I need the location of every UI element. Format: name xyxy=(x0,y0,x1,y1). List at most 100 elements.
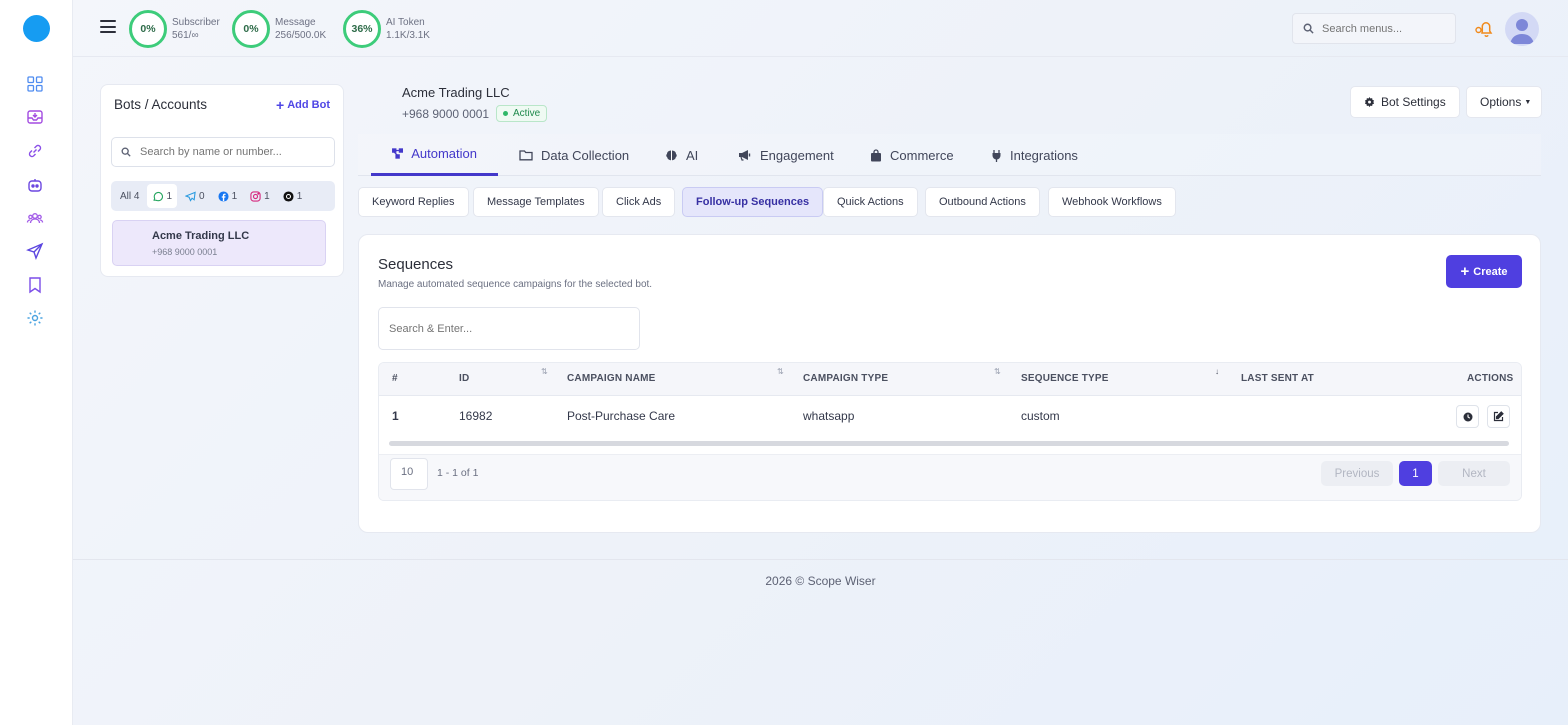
bot-search[interactable] xyxy=(111,137,335,167)
dashboard-icon[interactable] xyxy=(25,74,45,94)
sequences-table: # ID ⇅ CAMPAIGN NAME ⇅ CAMPAIGN TYPE ⇅ S… xyxy=(378,362,1522,501)
channel-filter: All 4 1 0 1 1 1 xyxy=(111,181,335,211)
history-button[interactable] xyxy=(1456,405,1479,428)
settings-icon[interactable] xyxy=(25,308,45,328)
page-number-button[interactable]: 1 xyxy=(1399,461,1432,486)
app-logo[interactable] xyxy=(23,15,50,42)
subtab-message-templates[interactable]: Message Templates xyxy=(473,187,599,217)
caret-down-icon: ▼ xyxy=(1524,98,1532,106)
subtab-follow-up-sequences[interactable]: Follow-up Sequences xyxy=(682,187,824,217)
message-stat: 0% Message 256/500.0K xyxy=(232,9,326,49)
telegram-icon xyxy=(185,191,196,202)
cell-id: 16982 xyxy=(459,409,493,423)
tab-engagement[interactable]: Engagement xyxy=(717,134,855,176)
bookmark-icon[interactable] xyxy=(25,275,45,295)
filter-all-label: All xyxy=(120,190,132,202)
options-dropdown[interactable]: Options ▼ xyxy=(1466,86,1542,118)
create-button[interactable]: + Create xyxy=(1446,255,1522,288)
cell-campaign-name: Post-Purchase Care xyxy=(567,409,676,423)
subtab-click-ads[interactable]: Click Ads xyxy=(602,187,676,217)
facebook-icon xyxy=(218,190,229,202)
sequence-search[interactable] xyxy=(378,307,640,350)
bot-search-input[interactable] xyxy=(140,146,330,158)
sequences-subtitle: Manage automated sequence campaigns for … xyxy=(378,279,653,290)
subtab-webhook-workflows[interactable]: Webhook Workflows xyxy=(1048,187,1176,217)
user-avatar[interactable] xyxy=(1505,12,1539,46)
tab-ai[interactable]: AI xyxy=(644,134,719,176)
links-icon[interactable] xyxy=(25,141,45,161)
sequences-card: Sequences Manage automated sequence camp… xyxy=(358,234,1541,533)
filter-facebook[interactable]: 1 xyxy=(213,184,243,208)
col-sequence-type[interactable]: SEQUENCE TYPE xyxy=(1021,373,1109,384)
next-page-button[interactable]: Next xyxy=(1438,461,1510,486)
subtab-keyword-replies[interactable]: Keyword Replies xyxy=(358,187,469,217)
table-header: # ID ⇅ CAMPAIGN NAME ⇅ CAMPAIGN TYPE ⇅ S… xyxy=(379,363,1521,396)
bot-list-item[interactable]: Acme Trading LLC +968 9000 0001 xyxy=(112,220,326,266)
message-progress-ring: 0% xyxy=(232,10,270,48)
tab-commerce[interactable]: Commerce xyxy=(849,134,975,176)
filter-whatsapp[interactable]: 1 xyxy=(147,184,178,208)
sort-desc-icon[interactable]: ↓ xyxy=(1215,367,1219,376)
copyright: 2026 © Scope Wiser xyxy=(765,574,876,588)
filter-instagram-count: 1 xyxy=(264,190,270,202)
bot-phone: +968 9000 0001 xyxy=(402,107,490,121)
col-last-sent-at[interactable]: LAST SENT AT xyxy=(1241,373,1314,384)
gear-icon xyxy=(1364,96,1375,107)
menu-toggle-icon[interactable] xyxy=(100,20,116,34)
edit-icon xyxy=(1493,411,1504,422)
sort-icon[interactable]: ⇅ xyxy=(541,367,548,376)
tab-data-collection-label: Data Collection xyxy=(541,147,630,163)
filter-telegram[interactable]: 0 xyxy=(180,184,210,208)
menu-search-input[interactable] xyxy=(1322,22,1447,35)
plus-icon: + xyxy=(1460,262,1470,280)
bots-panel-title: Bots / Accounts xyxy=(114,97,208,112)
inbox-icon[interactable] xyxy=(25,107,45,127)
tab-automation[interactable]: Automation xyxy=(371,134,498,176)
col-campaign-name[interactable]: CAMPAIGN NAME xyxy=(567,373,656,384)
cell-campaign-type: whatsapp xyxy=(803,409,855,423)
bag-icon xyxy=(871,148,881,161)
filter-instagram[interactable]: 1 xyxy=(245,184,275,208)
bot-icon[interactable] xyxy=(25,175,45,195)
users-icon[interactable] xyxy=(25,208,45,228)
col-campaign-type[interactable]: CAMPAIGN TYPE xyxy=(803,373,888,384)
col-actions: ACTIONS xyxy=(1467,373,1514,384)
ai-token-progress-ring: 36% xyxy=(343,10,381,48)
tab-integrations[interactable]: Integrations xyxy=(970,134,1099,176)
message-value: 256/500.0K xyxy=(275,30,327,41)
table-row: 1 16982 Post-Purchase Care whatsapp cust… xyxy=(379,396,1521,436)
tab-data-collection[interactable]: Data Collection xyxy=(498,134,650,176)
top-bar: 0% Subscriber 561/∞ 0% Message 256/500.0K … xyxy=(73,0,1568,57)
plug-icon xyxy=(992,149,1001,162)
status-badge-label: Active xyxy=(513,108,541,119)
sort-icon[interactable]: ⇅ xyxy=(994,367,1001,376)
notification-bell-icon[interactable] xyxy=(1474,18,1496,38)
subscriber-value: 561/∞ xyxy=(172,30,199,41)
pagination-range: 1 - 1 of 1 xyxy=(437,467,479,479)
col-id[interactable]: ID xyxy=(459,373,469,384)
filter-threads[interactable]: 1 xyxy=(278,184,308,208)
sort-icon[interactable]: ⇅ xyxy=(777,367,784,376)
options-label: Options xyxy=(1480,95,1522,109)
filter-telegram-count: 0 xyxy=(199,190,205,202)
filter-all-count: 4 xyxy=(133,190,140,202)
add-bot-label: Add Bot xyxy=(287,99,330,111)
subtab-quick-actions[interactable]: Quick Actions xyxy=(823,187,918,217)
previous-page-button[interactable]: Previous xyxy=(1321,461,1393,486)
flow-icon xyxy=(392,148,404,159)
sequence-search-input[interactable] xyxy=(389,322,629,335)
edit-button[interactable] xyxy=(1487,405,1510,428)
page-size-select[interactable]: 10 xyxy=(390,458,428,490)
subtab-outbound-actions[interactable]: Outbound Actions xyxy=(925,187,1040,217)
page-footer: 2026 © Scope Wiser xyxy=(73,559,1568,603)
bot-title: Acme Trading LLC xyxy=(402,85,510,100)
menu-search[interactable] xyxy=(1292,13,1456,44)
add-bot-button[interactable]: + Add Bot xyxy=(276,98,330,112)
send-icon[interactable] xyxy=(25,241,45,261)
col-number[interactable]: # xyxy=(392,373,398,384)
instagram-icon xyxy=(250,190,261,202)
horizontal-scrollbar[interactable] xyxy=(389,441,1509,446)
bot-settings-button[interactable]: Bot Settings xyxy=(1350,86,1460,118)
tab-ai-label: AI xyxy=(686,147,699,163)
filter-all[interactable]: All 4 xyxy=(115,184,144,208)
